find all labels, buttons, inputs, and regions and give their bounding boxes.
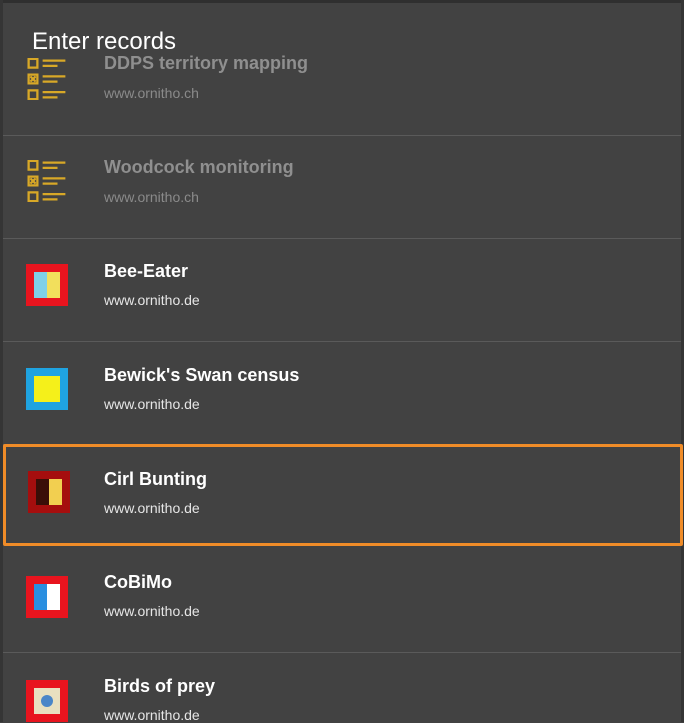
- list-item-cobimo[interactable]: CoBiMo www.ornitho.de: [3, 550, 681, 653]
- item-url: www.ornitho.de: [104, 603, 200, 619]
- checklist-icon: [27, 58, 66, 100]
- item-name: Birds of prey: [104, 676, 216, 696]
- checklist-icon: [27, 160, 66, 202]
- list-item-cirl-bunting[interactable]: Cirl Bunting www.ornitho.de: [3, 444, 683, 546]
- flag-blue-yellow-icon: [26, 368, 68, 410]
- item-url: www.ornitho.ch: [104, 189, 199, 205]
- window-top-edge: [0, 0, 684, 3]
- list-item-bee-eater[interactable]: Bee-Eater www.ornitho.de: [3, 239, 681, 342]
- item-url: www.ornitho.de: [104, 396, 200, 412]
- item-name: CoBiMo: [104, 572, 172, 592]
- item-url: www.ornitho.de: [104, 707, 200, 723]
- flag-red-blue-dot-icon: [26, 680, 68, 722]
- list-item-bewicks-swan[interactable]: Bewick's Swan census www.ornitho.de: [3, 342, 681, 445]
- dialog-title: Enter records: [32, 28, 177, 55]
- list-item-woodcock[interactable]: Woodcock monitoring www.ornitho.ch: [3, 136, 681, 239]
- item-name: DDPS territory mapping: [104, 53, 309, 73]
- flag-red-yellow-icon: [26, 264, 68, 306]
- flag-darkred-yellow-icon: [28, 471, 70, 513]
- item-name: Bee-Eater: [104, 261, 189, 281]
- item-url: www.ornitho.ch: [104, 85, 199, 101]
- item-name: Woodcock monitoring: [104, 157, 294, 177]
- item-name: Bewick's Swan census: [104, 365, 300, 385]
- item-url: www.ornitho.de: [104, 292, 200, 308]
- list-item-birds-of-prey[interactable]: Birds of prey www.ornitho.de: [3, 654, 681, 723]
- item-name: Cirl Bunting: [104, 469, 207, 489]
- item-url: www.ornitho.de: [104, 500, 200, 516]
- flag-red-white-blue-icon: [26, 576, 68, 618]
